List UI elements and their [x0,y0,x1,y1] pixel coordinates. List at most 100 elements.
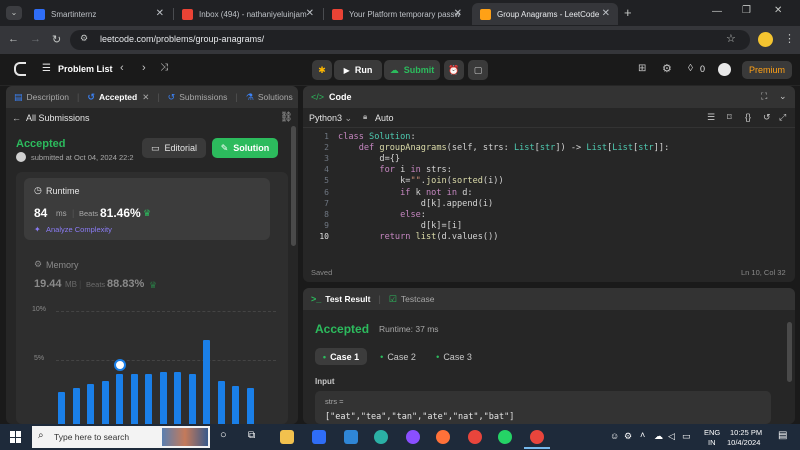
tab-test-result[interactable]: >_ Test Result [303,288,378,310]
back-arrow-icon[interactable]: ← [12,113,21,123]
streak-fire-icon[interactable]: ◊ [688,63,693,74]
format-icon[interactable]: ☰ [707,112,715,123]
layout-grid-icon[interactable]: ⊞ [638,63,646,74]
restore-icon[interactable]: ❐ [742,5,751,16]
whatsapp-icon[interactable] [498,430,512,444]
chart-bar[interactable] [72,387,80,424]
tab-description[interactable]: ▤ Description [6,86,77,108]
close-tab-icon[interactable]: ✕ [306,8,314,19]
chart-bar[interactable] [246,387,254,424]
braces-icon[interactable]: {} [745,112,751,122]
close-window-icon[interactable]: ✕ [774,5,782,16]
expand-icon[interactable]: ⛶ [761,91,767,102]
chart-bar[interactable] [58,392,65,424]
chart-bar[interactable] [232,385,239,424]
notes-button[interactable]: ▢ [468,60,488,80]
submit-button[interactable]: ☁ Submit [384,60,440,80]
chrome-icon[interactable] [468,430,482,444]
your-submission-marker[interactable] [113,359,126,372]
reset-icon[interactable]: ↺ [763,112,771,123]
tab-search-icon[interactable]: ⌄ [6,6,22,20]
tab-testcase[interactable]: ☑ Testcase [381,288,443,310]
chrome-active-icon[interactable] [530,430,544,444]
auto-mode[interactable]: Auto [375,113,394,123]
chart-bar[interactable] [174,372,181,424]
premium-button[interactable]: Premium [742,61,792,79]
problem-list-link[interactable]: Problem List [58,64,113,74]
taskbar-search-box[interactable]: ⌕ Type here to search [32,426,210,448]
chart-bar[interactable] [116,374,123,424]
browser-tab-inbox[interactable]: Inbox (494) - nathaniyeluinjam ✕ [174,3,322,25]
chart-bar[interactable] [159,372,167,424]
store-icon[interactable] [312,430,326,444]
browser-tab-leetcode[interactable]: Group Anagrams - LeetCode ✕ [472,3,618,25]
profile-avatar[interactable] [758,32,773,47]
fullscreen-icon[interactable]: ⤢ [779,112,786,123]
tray-chevron-icon[interactable]: ˄ [640,430,645,440]
windows-start-icon[interactable] [10,431,22,443]
chart-bar[interactable] [145,374,152,424]
case-2-button[interactable]: • Case 2 [373,348,423,365]
language-select[interactable]: Python3 ⌄ [309,113,352,124]
settings-gear-icon[interactable]: ⚙ [662,62,672,75]
panel-collapse-icon[interactable]: ⌄ [779,91,787,102]
app-purple-icon[interactable] [406,430,420,444]
case-3-button[interactable]: • Case 3 [429,348,479,365]
notifications-icon[interactable]: ▤ [778,430,787,441]
browser-tab-smartinternz[interactable]: Smartinternz ✕ [26,3,172,25]
close-tab-icon[interactable]: ✕ [142,92,149,103]
chart-bar[interactable] [217,381,225,424]
close-tab-icon[interactable]: ✕ [156,8,164,19]
close-tab-icon[interactable]: ✕ [602,8,610,19]
back-icon[interactable]: ← [8,33,19,45]
tray-volume-icon[interactable]: ◁ [668,431,675,442]
firefox-icon[interactable] [436,430,450,444]
shuffle-icon[interactable]: ⤨ [160,62,168,73]
result-scrollbar[interactable] [787,322,792,382]
new-tab-button[interactable]: + [624,5,632,20]
share-link-icon[interactable]: ⛓ [280,112,293,123]
tab-solutions[interactable]: ⚗ Solutions [238,86,298,108]
runtime-card[interactable]: ◷ Runtime 84 ms | Beats 81.46% ♛ ✦ Analy… [24,178,270,240]
user-avatar[interactable] [718,63,731,76]
tab-accepted[interactable]: ↺ Accepted ✕ [79,86,157,108]
cortana-icon[interactable]: ○ [220,429,227,441]
edge-icon[interactable] [374,430,388,444]
file-explorer-icon[interactable] [280,430,294,444]
run-button[interactable]: ▶ Run [334,60,382,80]
browser-tab-platform[interactable]: Your Platform temporary passw ✕ [324,3,470,25]
chart-bar[interactable] [130,374,138,424]
left-panel-scrollbar[interactable] [291,126,296,246]
minimize-icon[interactable]: — [712,6,722,17]
tray-cloud-icon[interactable]: ☁ [654,431,663,442]
chrome-menu-icon[interactable]: ⋮ [784,32,795,45]
mail-icon[interactable] [344,430,358,444]
lang-code[interactable]: ENG [704,428,720,437]
tray-battery-icon[interactable]: ▭ [682,431,691,442]
tab-submissions[interactable]: ↺ Submissions [160,86,236,108]
address-bar[interactable]: ⚙ leetcode.com/problems/group-anagrams/ … [70,30,750,50]
task-view-icon[interactable]: ⧉ [248,430,255,441]
leetcode-logo-icon[interactable] [14,62,26,76]
tray-settings-icon[interactable]: ⚙ [624,431,632,442]
timer-button[interactable]: ⏰ [444,60,464,80]
site-info-icon[interactable]: ⚙ [80,33,88,44]
tray-people-icon[interactable]: ☺ [610,431,619,441]
chart-bar[interactable] [87,384,94,424]
code-editor[interactable]: class Solution: def groupAnagrams(self, … [338,132,790,252]
editorial-button[interactable]: ▭ Editorial [142,138,206,158]
forward-icon[interactable]: → [30,33,41,45]
clock-time[interactable]: 10:25 PM [730,428,762,437]
close-tab-icon[interactable]: ✕ [454,8,462,19]
chart-bar[interactable] [101,381,109,424]
prev-problem-icon[interactable]: ‹ [120,62,124,74]
analyze-complexity-link[interactable]: Analyze Complexity [46,225,112,234]
bookmark-icon[interactable]: ⌑ [727,112,732,123]
case-1-button[interactable]: • Case 1 [315,348,367,365]
all-submissions-link[interactable]: All Submissions [26,113,90,123]
reload-icon[interactable]: ↻ [52,33,61,46]
chart-bar[interactable] [203,340,210,424]
chart-bar[interactable] [188,374,196,424]
debug-button[interactable]: ✱ [312,60,332,80]
bookmark-star-icon[interactable]: ☆ [726,32,736,45]
